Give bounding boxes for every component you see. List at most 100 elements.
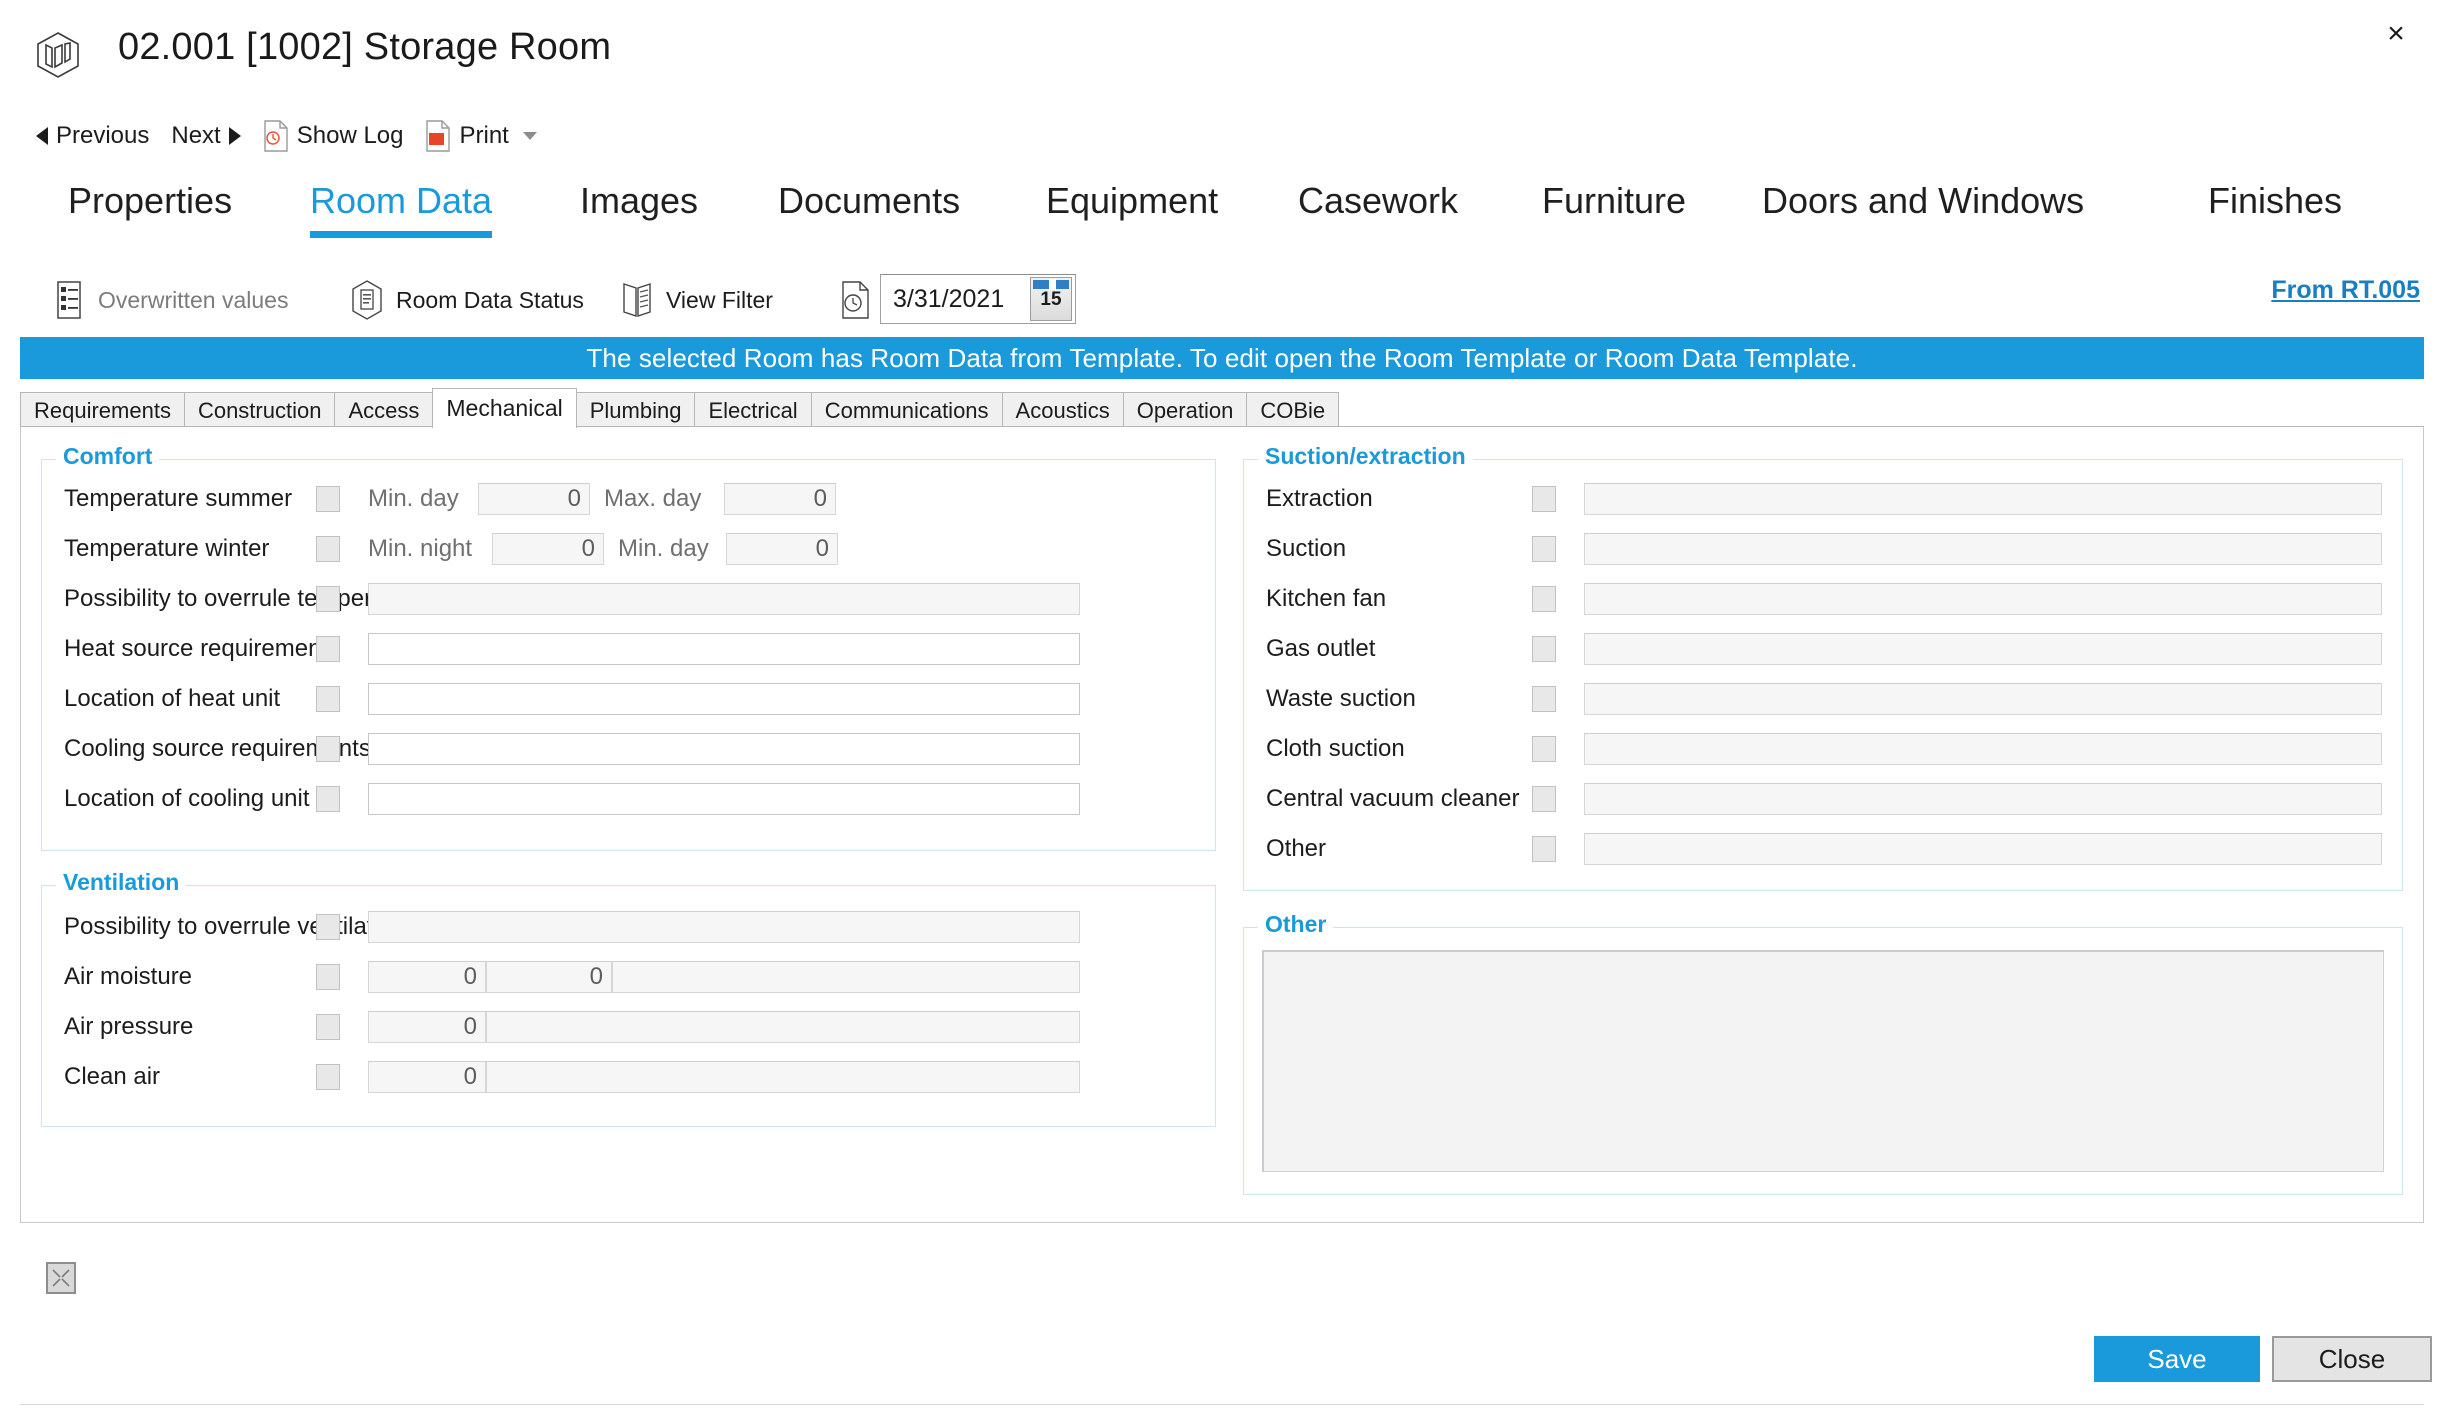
- subtab-requirements[interactable]: Requirements: [20, 392, 185, 428]
- temp-winter-min-day-input[interactable]: 0: [726, 533, 838, 565]
- cloth-suction-input[interactable]: [1584, 733, 2382, 765]
- next-label: Next: [171, 122, 220, 150]
- comfort-group-title: Comfort: [56, 443, 159, 470]
- overrule-temperature-checkbox[interactable]: [316, 586, 340, 612]
- air-moisture-checkbox[interactable]: [316, 964, 340, 990]
- temperature-summer-checkbox[interactable]: [316, 486, 340, 512]
- suction-extraction-group-title: Suction/extraction: [1258, 443, 1473, 470]
- air-moisture-input-3[interactable]: [612, 961, 1080, 993]
- mechanical-panel: Comfort Temperature summer Min. day 0 Ma…: [20, 426, 2424, 1223]
- air-pressure-checkbox[interactable]: [316, 1014, 340, 1040]
- overrule-temperature-input[interactable]: [368, 583, 1080, 615]
- date-field[interactable]: 3/31/2021 15: [880, 274, 1076, 324]
- log-clock-document-icon: [263, 120, 289, 152]
- suction-other-checkbox[interactable]: [1532, 836, 1556, 862]
- temp-summer-min-day-input[interactable]: 0: [478, 483, 590, 515]
- tab-properties[interactable]: Properties: [68, 180, 232, 226]
- calendar-picker-button[interactable]: 15: [1030, 277, 1072, 321]
- kitchen-fan-input[interactable]: [1584, 583, 2382, 615]
- close-button[interactable]: Close: [2272, 1336, 2432, 1382]
- template-info-banner: The selected Room has Room Data from Tem…: [20, 337, 2424, 379]
- subtab-cobie[interactable]: COBie: [1246, 392, 1339, 428]
- status-document-icon: [350, 280, 384, 320]
- cooling-source-requirements-checkbox[interactable]: [316, 736, 340, 762]
- title-bar: 02.001 [1002] Storage Room ×: [0, 0, 2442, 100]
- extraction-input[interactable]: [1584, 483, 2382, 515]
- location-of-cooling-unit-dropdown[interactable]: [368, 783, 1080, 815]
- tab-room-data[interactable]: Room Data: [310, 180, 492, 226]
- air-moisture-input-1[interactable]: 0: [368, 961, 486, 993]
- page-title: 02.001 [1002] Storage Room: [118, 26, 611, 69]
- suction-checkbox[interactable]: [1532, 536, 1556, 562]
- tab-finishes[interactable]: Finishes: [2208, 180, 2342, 226]
- overrule-ventilation-checkbox[interactable]: [316, 914, 340, 940]
- gas-outlet-input[interactable]: [1584, 633, 2382, 665]
- row-suction: Suction: [1266, 532, 2382, 566]
- temp-summer-min-day-label: Min. day: [368, 485, 478, 513]
- waste-suction-input[interactable]: [1584, 683, 2382, 715]
- suction-input[interactable]: [1584, 533, 2382, 565]
- cloth-suction-checkbox[interactable]: [1532, 736, 1556, 762]
- central-vacuum-cleaner-checkbox[interactable]: [1532, 786, 1556, 812]
- heat-source-requirements-dropdown[interactable]: [368, 633, 1080, 665]
- subtab-electrical[interactable]: Electrical: [694, 392, 811, 428]
- print-button[interactable]: Print: [425, 120, 536, 152]
- room-data-toolbar: Overwritten values Room Data Status View…: [0, 272, 2442, 330]
- subtab-construction[interactable]: Construction: [184, 392, 336, 428]
- row-clean-air: Clean air 0: [64, 1060, 1194, 1094]
- heat-source-requirements-label: Heat source requirements: [64, 635, 316, 663]
- location-of-cooling-unit-checkbox[interactable]: [316, 786, 340, 812]
- subtab-plumbing[interactable]: Plumbing: [576, 392, 696, 428]
- room-data-status-button[interactable]: Room Data Status: [350, 272, 584, 328]
- subtab-communications[interactable]: Communications: [811, 392, 1003, 428]
- chevron-down-icon[interactable]: [523, 132, 537, 140]
- overrule-ventilation-input[interactable]: [368, 911, 1080, 943]
- clean-air-input-1[interactable]: 0: [368, 1061, 486, 1093]
- subtab-mechanical[interactable]: Mechanical: [432, 388, 576, 428]
- subtab-acoustics[interactable]: Acoustics: [1002, 392, 1124, 428]
- close-icon[interactable]: ×: [2372, 10, 2420, 58]
- save-button[interactable]: Save: [2094, 1336, 2260, 1382]
- gas-outlet-checkbox[interactable]: [1532, 636, 1556, 662]
- clean-air-input-2[interactable]: [486, 1061, 1080, 1093]
- tab-casework[interactable]: Casework: [1298, 180, 1458, 226]
- overwritten-values-button[interactable]: Overwritten values: [52, 272, 288, 328]
- calendar-header-bar: [1033, 280, 1069, 289]
- other-notes-textarea[interactable]: [1262, 950, 2384, 1172]
- tab-doors-and-windows[interactable]: Doors and Windows: [1762, 180, 2084, 226]
- list-lines-icon: [52, 280, 86, 320]
- subtab-access[interactable]: Access: [334, 392, 433, 428]
- tab-equipment[interactable]: Equipment: [1046, 180, 1218, 226]
- clean-air-checkbox[interactable]: [316, 1064, 340, 1090]
- air-pressure-input-1[interactable]: 0: [368, 1011, 486, 1043]
- heat-source-requirements-checkbox[interactable]: [316, 636, 340, 662]
- air-pressure-input-2[interactable]: [486, 1011, 1080, 1043]
- resize-grip-icon[interactable]: [46, 1262, 76, 1294]
- kitchen-fan-checkbox[interactable]: [1532, 586, 1556, 612]
- location-of-heat-unit-checkbox[interactable]: [316, 686, 340, 712]
- row-location-of-cooling-unit: Location of cooling unit: [64, 782, 1194, 816]
- tab-documents[interactable]: Documents: [778, 180, 960, 226]
- from-template-link[interactable]: From RT.005: [2271, 276, 2420, 305]
- tab-images[interactable]: Images: [580, 180, 698, 226]
- temp-winter-min-night-input[interactable]: 0: [492, 533, 604, 565]
- show-log-label: Show Log: [297, 122, 404, 150]
- cooling-source-requirements-dropdown[interactable]: [368, 733, 1080, 765]
- temp-summer-max-day-input[interactable]: 0: [724, 483, 836, 515]
- row-gas-outlet: Gas outlet: [1266, 632, 2382, 666]
- suction-other-input[interactable]: [1584, 833, 2382, 865]
- subtab-operation[interactable]: Operation: [1123, 392, 1248, 428]
- next-button[interactable]: Next: [171, 122, 240, 150]
- waste-suction-checkbox[interactable]: [1532, 686, 1556, 712]
- show-log-button[interactable]: Show Log: [263, 120, 404, 152]
- previous-button[interactable]: Previous: [36, 122, 149, 150]
- temperature-winter-checkbox[interactable]: [316, 536, 340, 562]
- extraction-checkbox[interactable]: [1532, 486, 1556, 512]
- tab-furniture[interactable]: Furniture: [1542, 180, 1686, 226]
- location-of-heat-unit-dropdown[interactable]: [368, 683, 1080, 715]
- calendar-day-number: 15: [1031, 289, 1071, 311]
- row-temperature-winter: Temperature winter Min. night 0 Min. day…: [64, 532, 1194, 566]
- central-vacuum-cleaner-input[interactable]: [1584, 783, 2382, 815]
- view-filter-button[interactable]: View Filter: [620, 272, 773, 328]
- air-moisture-input-2[interactable]: 0: [486, 961, 612, 993]
